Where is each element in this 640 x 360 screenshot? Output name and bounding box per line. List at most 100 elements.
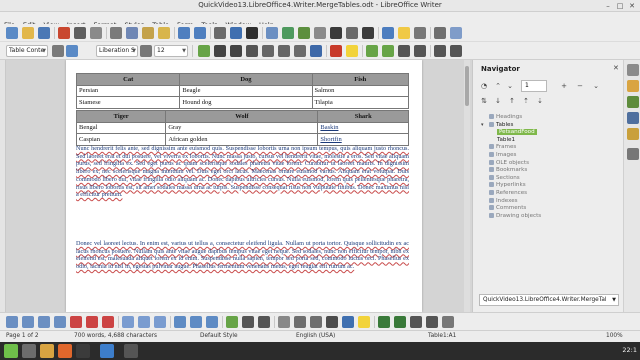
chapter-down-icon[interactable]: ⇣ [535, 96, 545, 106]
other-task-icon[interactable] [124, 344, 138, 358]
disabled-icon[interactable] [627, 148, 639, 160]
table-1[interactable]: Tiger Wolf Shark Bengal Gray Baskin Casp… [75, 110, 409, 146]
tree-item-ole-objects[interactable]: OLE objects [481, 159, 621, 168]
copy-icon[interactable] [126, 27, 138, 39]
tree-item-tables[interactable]: ▾ Tables [481, 121, 621, 130]
paste-icon[interactable] [142, 27, 154, 39]
spelling-icon[interactable] [230, 27, 242, 39]
chapter-up-icon[interactable]: ⇡ [521, 96, 531, 106]
print-preview-icon[interactable] [90, 27, 102, 39]
minus-icon[interactable]: − [575, 81, 585, 91]
tree-item-headings[interactable]: Headings [481, 114, 621, 122]
numbered-list-icon[interactable] [450, 45, 462, 57]
tree-item-hyperlinks[interactable]: Hyperlinks [481, 182, 621, 190]
split-cells-icon[interactable] [190, 316, 202, 328]
styles-icon[interactable] [627, 96, 639, 108]
tree-item-bookmarks[interactable]: Bookmarks [481, 167, 621, 175]
maximize-icon[interactable]: □ [616, 2, 624, 10]
minimize-icon[interactable]: – [604, 2, 612, 10]
strikethrough-icon[interactable] [246, 45, 258, 57]
clear-formatting-icon[interactable] [310, 45, 322, 57]
insert-table-icon[interactable] [266, 27, 278, 39]
show-hide-icon[interactable]: + [559, 81, 569, 91]
table-cell[interactable]: African golden [165, 133, 319, 146]
table-cell[interactable]: Caspian [75, 133, 167, 146]
promote-icon[interactable]: ↑ [507, 96, 517, 106]
table-cell[interactable]: Shortfin [317, 133, 409, 146]
border-color-icon[interactable] [342, 316, 354, 328]
insert-comment-icon[interactable] [398, 27, 410, 39]
save-icon[interactable] [38, 27, 50, 39]
insert-line-icon[interactable] [434, 27, 446, 39]
gallery-icon[interactable] [627, 112, 639, 124]
number-format-currency-icon[interactable] [378, 316, 390, 328]
tree-item-table-petsandfood[interactable]: PetsandFood [481, 129, 621, 137]
number-format-decimal-icon[interactable] [410, 316, 422, 328]
table-cell[interactable]: Hound dog [179, 96, 313, 109]
center-vertically-icon[interactable] [242, 316, 254, 328]
formatting-marks-icon[interactable] [246, 27, 258, 39]
table-header-cell[interactable]: Wolf [165, 110, 319, 123]
zoom-level[interactable]: 100% [606, 333, 623, 339]
content-view-icon[interactable]: ⌄ [591, 81, 601, 91]
properties-icon[interactable] [627, 80, 639, 92]
navigation-target-icon[interactable]: ◔ [479, 81, 489, 91]
underline-icon[interactable] [230, 45, 242, 57]
select-column-icon[interactable] [138, 316, 150, 328]
sum-icon[interactable] [426, 316, 438, 328]
cut-icon[interactable] [110, 27, 122, 39]
tree-item-comments[interactable]: Comments [481, 205, 621, 213]
merge-cells-icon[interactable] [174, 316, 186, 328]
writer-task-icon[interactable] [100, 344, 114, 358]
font-color-icon[interactable] [330, 45, 342, 57]
insert-image-icon[interactable] [282, 27, 294, 39]
tree-item-drawing-objects[interactable]: Drawing objects [481, 212, 621, 221]
table-cell-background-icon[interactable] [358, 316, 370, 328]
demote-icon[interactable]: ↓ [493, 96, 503, 106]
new-style-icon[interactable] [66, 45, 78, 57]
table-cell[interactable]: Gray [165, 121, 319, 134]
document-page[interactable]: Cat Dog Fish Persian Beagle Salmon Siame… [66, 60, 422, 312]
shadow-icon[interactable] [294, 45, 306, 57]
insert-rows-below-icon[interactable] [38, 316, 50, 328]
paragraph-style-select[interactable]: Table Conte ▼ [6, 45, 48, 57]
delete-table-icon[interactable] [102, 316, 114, 328]
insert-special-character-icon[interactable] [362, 27, 374, 39]
italic-icon[interactable] [214, 45, 226, 57]
insert-field-icon[interactable] [346, 27, 358, 39]
align-left-icon[interactable] [366, 45, 378, 57]
track-changes-icon[interactable] [414, 27, 426, 39]
subscript-icon[interactable] [278, 45, 290, 57]
table-cell[interactable]: Beagle [179, 84, 313, 97]
table-header-cell[interactable]: Tiger [75, 110, 167, 123]
align-right-icon[interactable] [398, 45, 410, 57]
scrollbar-thumb[interactable] [465, 66, 469, 106]
optimize-size-icon[interactable] [206, 316, 218, 328]
font-size-icon[interactable] [140, 45, 152, 57]
document-select[interactable]: QuickVideo13.LibreOffice4.Writer.MergeTa… [479, 294, 619, 306]
tree-item-sections[interactable]: Sections [481, 174, 621, 183]
insert-columns-before-icon[interactable] [54, 316, 66, 328]
table-petsandfood[interactable]: Cat Dog Fish Persian Beagle Salmon Siame… [75, 73, 410, 109]
vertical-scrollbar[interactable] [464, 60, 470, 312]
close-icon[interactable]: ✕ [628, 2, 636, 10]
show-desktop-icon[interactable] [22, 344, 36, 358]
start-menu-icon[interactable] [4, 344, 18, 358]
basic-shapes-icon[interactable] [450, 27, 462, 39]
table-cell[interactable]: Siamese [75, 96, 181, 109]
body-paragraph[interactable]: Donec vel laoreet lectus. In enim est, v… [76, 240, 409, 271]
print-icon[interactable] [74, 27, 86, 39]
insert-textbox-icon[interactable] [314, 27, 326, 39]
table-properties-icon[interactable] [294, 316, 306, 328]
bullet-list-icon[interactable] [434, 45, 446, 57]
table-cell[interactable]: Baskin [317, 121, 409, 134]
superscript-icon[interactable] [262, 45, 274, 57]
table-header-cell[interactable]: Dog [179, 73, 313, 86]
redo-icon[interactable] [194, 27, 206, 39]
page-count[interactable]: Page 1 of 2 [6, 333, 39, 339]
word-count[interactable]: 700 words, 4,688 characters [74, 333, 157, 339]
insert-hyperlink-icon[interactable] [382, 27, 394, 39]
table-header-cell[interactable]: Cat [75, 73, 181, 86]
firefox-icon[interactable] [58, 344, 72, 358]
align-bottom-icon[interactable] [258, 316, 270, 328]
